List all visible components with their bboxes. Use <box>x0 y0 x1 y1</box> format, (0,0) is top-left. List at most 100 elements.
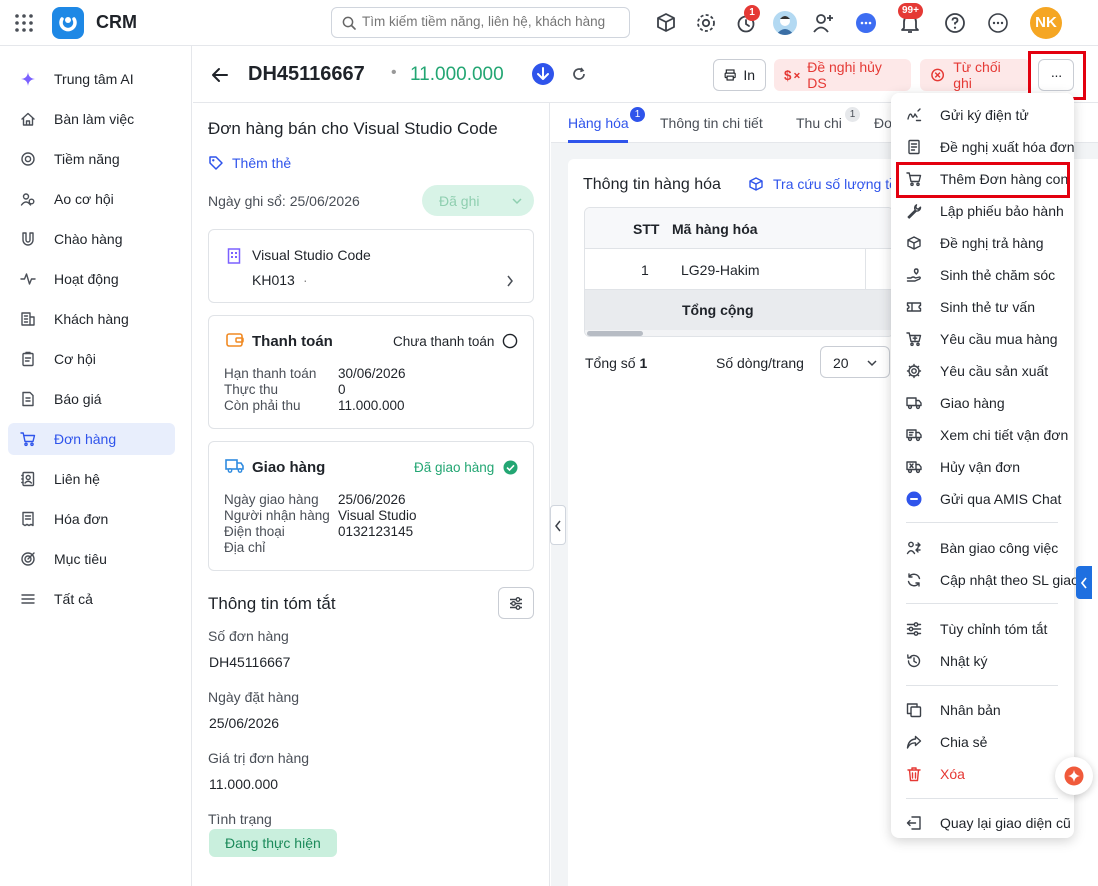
sliders-icon <box>510 597 522 610</box>
collapse-left-toggle[interactable] <box>550 505 566 545</box>
more-apps-icon[interactable] <box>986 11 1010 35</box>
menu-item-label: Lập phiếu bảo hành <box>940 203 1064 219</box>
receivable-value: 11.000.000 <box>338 398 405 413</box>
menu-item-label: Gửi qua AMIS Chat <box>940 491 1062 507</box>
menu-item-share[interactable]: Chia sẻ <box>906 731 987 753</box>
sidebar-item-people[interactable]: Ao cơ hội <box>8 183 175 215</box>
add-tag-link[interactable]: Thêm thẻ <box>208 155 291 171</box>
sidebar-item-sparkle[interactable]: Trung tâm AI <box>8 63 175 95</box>
customer-card[interactable]: Visual Studio Code KH013 · <box>208 229 534 303</box>
due-date-value: 30/06/2026 <box>338 366 406 381</box>
menu-item-receipt[interactable]: Đề nghị xuất hóa đơn <box>906 136 1075 158</box>
scrollbar-thumb[interactable] <box>587 331 643 336</box>
cancel-request-button[interactable]: $ Đề nghị hủy DS <box>774 59 911 91</box>
check-circle-icon <box>503 460 518 475</box>
rows-per-page-select[interactable]: 20 <box>820 346 890 378</box>
ai-assistant-button[interactable] <box>1055 757 1093 795</box>
goods-table: STT Mã hàng hóa 1 LG29-Hakim Tổng cộng <box>584 207 894 337</box>
customer-code-dot: · <box>303 272 308 288</box>
menu-divider <box>906 522 1058 523</box>
sidebar-item-goal[interactable]: Mục tiêu <box>8 543 175 575</box>
menu-item-sliders[interactable]: Tùy chỉnh tóm tắt <box>906 618 1047 640</box>
menu-item-handover[interactable]: Bàn giao công việc <box>906 537 1058 559</box>
menu-item-sync[interactable]: Cập nhật theo SL giao <box>906 569 1079 591</box>
back-arrow-icon[interactable] <box>211 66 229 84</box>
tab-goods[interactable]: Hàng hóa <box>568 115 629 131</box>
download-button[interactable] <box>532 63 554 85</box>
crm-logo[interactable] <box>52 7 84 39</box>
summary-order-value-label: Giá trị đơn hàng <box>208 750 310 766</box>
menu-item-chat[interactable]: Gửi qua AMIS Chat <box>906 488 1061 510</box>
column-divider <box>865 249 866 290</box>
user-photo-avatar[interactable] <box>773 11 797 35</box>
sidebar-item-building[interactable]: Khách hàng <box>8 303 175 335</box>
reject-button[interactable]: Từ chối ghi <box>920 59 1030 91</box>
menu-item-truck-search[interactable]: Xem chi tiết vận đơn <box>906 424 1068 446</box>
menu-item-truck[interactable]: Giao hàng <box>906 392 1005 414</box>
delivery-card: Giao hàng Đã giao hàng Ngày giao hàng Ng… <box>208 441 534 571</box>
reject-label: Từ chối ghi <box>953 59 1001 91</box>
gear-icon <box>906 363 931 379</box>
settings-icon[interactable] <box>694 11 718 35</box>
active-tab-indicator <box>568 140 628 143</box>
expand-right-toggle[interactable] <box>1076 566 1092 599</box>
sidebar-item-cart[interactable]: Đơn hàng <box>8 423 175 455</box>
sidebar-item-label: Hoạt động <box>54 271 119 287</box>
search-input[interactable] <box>362 14 622 29</box>
app-grid-icon[interactable] <box>14 13 34 33</box>
home-icon <box>20 111 45 127</box>
menu-item-label: Bàn giao công việc <box>940 540 1059 556</box>
menu-item-signature[interactable]: Gửi ký điện tử <box>906 104 1029 126</box>
refresh-icon[interactable] <box>572 67 586 81</box>
people-icon <box>20 191 45 207</box>
stock-lookup-link[interactable]: Tra cứu số lượng tồ <box>748 176 897 192</box>
add-user-icon[interactable] <box>811 11 835 35</box>
menu-item-trash[interactable]: Xóa <box>906 763 965 785</box>
rows-per-page-value: 20 <box>833 355 849 371</box>
chevron-down-icon <box>867 360 877 367</box>
global-search[interactable] <box>331 7 630 38</box>
menu-item-gear[interactable]: Yêu cầu sản xuất <box>906 360 1048 382</box>
sidebar-item-menu[interactable]: Tất cả <box>8 583 175 615</box>
magnet-icon <box>20 231 45 247</box>
box-icon[interactable] <box>654 11 678 35</box>
user-avatar[interactable]: NK <box>1030 7 1062 39</box>
help-icon[interactable] <box>943 11 967 35</box>
sidebar-item-activity[interactable]: Hoạt động <box>8 263 175 295</box>
summary-settings-button[interactable] <box>498 587 534 619</box>
menu-item-copy[interactable]: Nhân bản <box>906 699 1001 721</box>
truck-search-icon <box>906 427 931 443</box>
sidebar-item-target[interactable]: Tiềm năng <box>8 143 175 175</box>
add-tag-label: Thêm thẻ <box>232 155 292 171</box>
sidebar-item-document[interactable]: Báo giá <box>8 383 175 415</box>
menu-divider <box>906 798 1058 799</box>
menu-item-truck-cancel[interactable]: Hủy vận đơn <box>906 456 1020 478</box>
menu-item-wrench[interactable]: Lập phiếu bảo hành <box>906 200 1064 222</box>
chevron-right-icon <box>507 275 513 287</box>
menu-item-label: Xóa <box>940 766 965 782</box>
wrench-icon <box>906 203 931 219</box>
sidebar-item-home[interactable]: Bàn làm việc <box>8 103 175 135</box>
menu-item-label: Nhân bản <box>940 702 1001 718</box>
menu-icon <box>20 591 45 607</box>
sidebar-item-magnet[interactable]: Chào hàng <box>8 223 175 255</box>
sidebar-item-invoice[interactable]: Hóa đơn <box>8 503 175 535</box>
menu-divider <box>906 685 1058 686</box>
menu-item-care-hand[interactable]: Sinh thẻ chăm sóc <box>906 264 1055 286</box>
menu-item-history[interactable]: Nhật ký <box>906 650 987 672</box>
sidebar-item-contact[interactable]: Liên hệ <box>8 463 175 495</box>
messenger-icon[interactable] <box>854 11 878 35</box>
menu-item-return-box[interactable]: Đề nghị trả hàng <box>906 232 1044 254</box>
phone-label: Điện thoại <box>224 524 285 539</box>
menu-item-exit[interactable]: Quay lại giao diện cũ <box>906 812 1071 834</box>
tab-payments[interactable]: Thu chi <box>796 115 842 131</box>
print-button[interactable]: In <box>713 59 766 91</box>
total-count-label: Tổng số <box>585 355 636 371</box>
status-dropdown[interactable]: Đã ghi <box>422 185 534 216</box>
menu-item-ticket[interactable]: Sinh thẻ tư vấn <box>906 296 1035 318</box>
tab-details[interactable]: Thông tin chi tiết <box>660 115 763 131</box>
sidebar-item-label: Liên hệ <box>54 471 100 487</box>
sidebar-item-clipboard[interactable]: Cơ hội <box>8 343 175 375</box>
menu-item-cart-plus[interactable]: Yêu cầu mua hàng <box>906 328 1058 350</box>
rows-per-page-label: Số dòng/trang <box>716 355 804 371</box>
